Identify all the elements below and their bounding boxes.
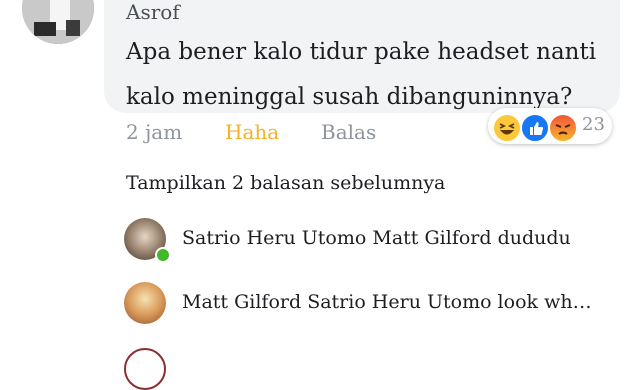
haha-icon [492, 113, 522, 143]
reaction-button[interactable]: Haha [225, 120, 279, 144]
online-status-icon [155, 247, 171, 263]
comment-text: Apa bener kalo tidur pake headset nanti … [126, 39, 597, 110]
comment-time[interactable]: 2 jam [126, 120, 182, 144]
reply-avatar[interactable] [124, 348, 166, 390]
like-icon [520, 113, 550, 143]
commenter-avatar[interactable] [22, 0, 94, 44]
reaction-count: 23 [582, 114, 605, 135]
reply-button[interactable]: Balas [321, 120, 376, 144]
reply-item[interactable]: Matt Gilford Satrio Heru Utomo look wh… [124, 282, 634, 326]
reactions-summary[interactable]: 23 [488, 108, 612, 144]
person-photo [22, 0, 94, 44]
reply-author[interactable]: Matt Gilford [182, 291, 301, 313]
reply-text: Satrio Heru Utomo look wh… [307, 291, 592, 313]
angry-icon [548, 113, 578, 143]
show-previous-replies-link[interactable]: Tampilkan 2 balasan sebelumnya [126, 172, 445, 194]
reply-item[interactable]: Satrio Heru Utomo Matt Gilford dududu [124, 218, 634, 263]
reply-content: Satrio Heru Utomo Matt Gilford dududu [182, 227, 612, 249]
reply-text: Matt Gilford dududu [372, 227, 571, 249]
comment-author[interactable]: Asrof [126, 0, 180, 24]
reply-content: Matt Gilford Satrio Heru Utomo look wh… [182, 291, 612, 313]
reply-author[interactable]: Satrio Heru Utomo [182, 227, 366, 249]
reply-avatar[interactable] [124, 282, 166, 324]
